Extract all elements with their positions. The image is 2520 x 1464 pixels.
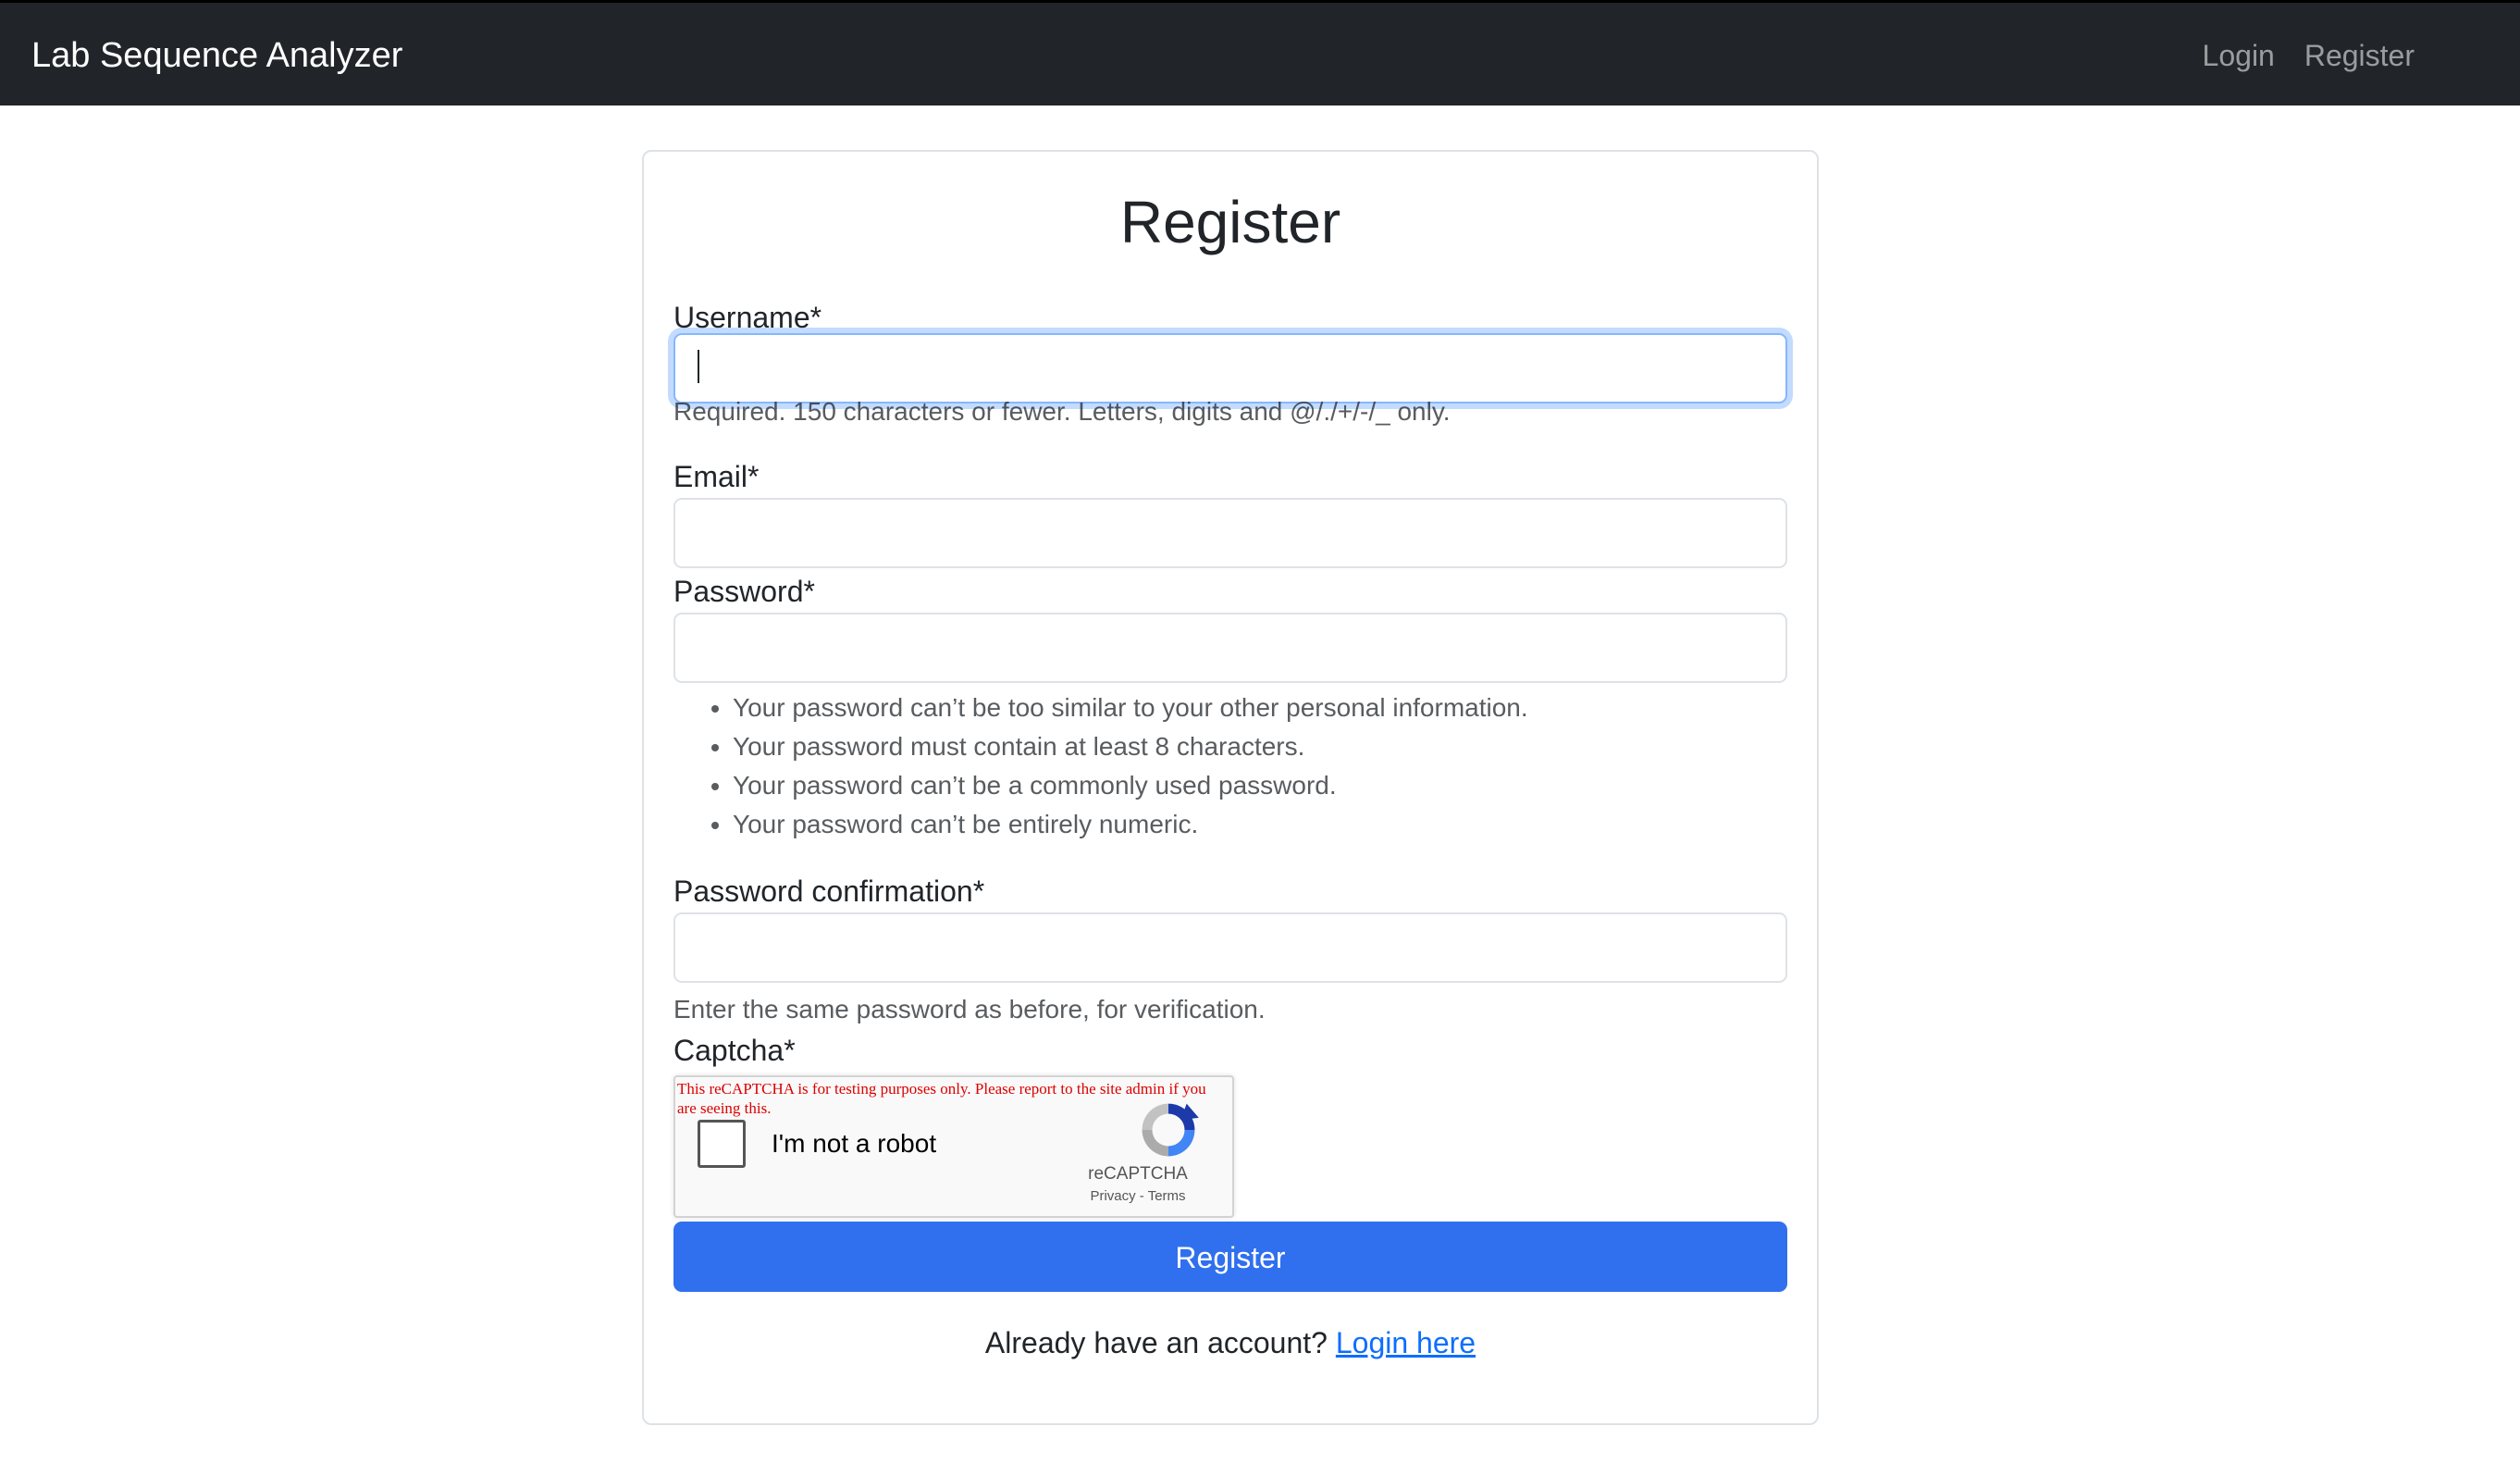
password-input[interactable] [673, 613, 1787, 683]
page-title: Register [1119, 189, 1341, 255]
recaptcha-widget: This reCAPTCHA is for testing purposes o… [673, 1075, 1234, 1218]
password-rule: Your password can’t be too similar to yo… [733, 689, 1528, 727]
password-rules-list: Your password can’t be too similar to yo… [673, 689, 1528, 844]
email-label: Email* [673, 460, 760, 493]
top-navbar: Lab Sequence Analyzer Login Register [0, 0, 2520, 105]
username-help-text: Required. 150 characters or fewer. Lette… [673, 397, 1451, 426]
password-rule: Your password can’t be a commonly used p… [733, 766, 1528, 805]
password-confirmation-input[interactable] [673, 912, 1787, 983]
recaptcha-checkbox[interactable] [698, 1120, 746, 1168]
password-confirmation-help-text: Enter the same password as before, for v… [673, 995, 1266, 1024]
register-card: Register Username* Required. 150 charact… [642, 150, 1819, 1425]
password-rule: Your password can’t be entirely numeric. [733, 805, 1528, 844]
recaptcha-test-warning: This reCAPTCHA is for testing purposes o… [677, 1080, 1206, 1117]
recaptcha-link-separator: - [1135, 1188, 1148, 1204]
username-input[interactable] [673, 333, 1787, 403]
recaptcha-links: Privacy - Terms [1064, 1188, 1212, 1204]
email-input[interactable] [673, 498, 1787, 568]
text-caret [698, 350, 699, 383]
recaptcha-brand-text: reCAPTCHA [1088, 1164, 1188, 1184]
password-rule: Your password must contain at least 8 ch… [733, 727, 1528, 766]
login-prompt: Already have an account? Login here [644, 1325, 1817, 1360]
password-confirmation-label: Password confirmation* [673, 875, 985, 908]
nav-register-link[interactable]: Register [2304, 39, 2415, 73]
login-here-link[interactable]: Login here [1336, 1326, 1476, 1359]
username-label: Username* [673, 301, 822, 334]
register-submit-button[interactable]: Register [673, 1222, 1787, 1292]
nav-links: Login Register [2203, 3, 2415, 108]
login-prompt-text: Already have an account? [984, 1326, 1336, 1359]
recaptcha-checkbox-label: I'm not a robot [772, 1129, 937, 1158]
recaptcha-terms-link[interactable]: Terms [1148, 1188, 1186, 1204]
recaptcha-privacy-link[interactable]: Privacy [1090, 1188, 1135, 1204]
nav-login-link[interactable]: Login [2203, 39, 2275, 73]
brand-link[interactable]: Lab Sequence Analyzer [31, 3, 402, 108]
recaptcha-logo-icon [1142, 1103, 1199, 1157]
captcha-label: Captcha* [673, 1034, 796, 1067]
password-label: Password* [673, 575, 815, 608]
